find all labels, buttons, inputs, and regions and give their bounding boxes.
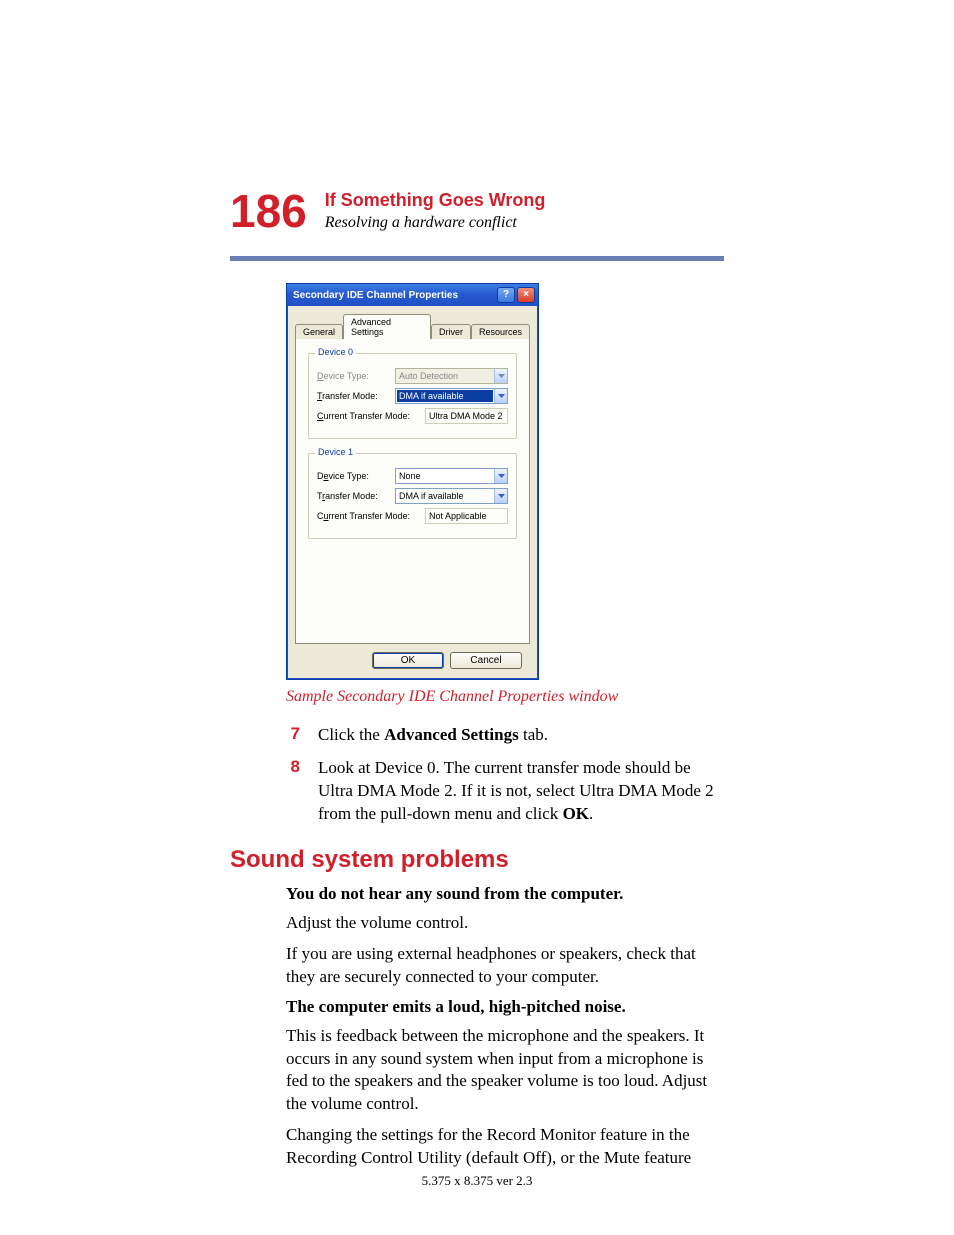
label-dev0-transfer-mode: Transfer Mode: <box>317 391 395 401</box>
chapter-title: If Something Goes Wrong <box>325 190 546 212</box>
page-header: 186 If Something Goes Wrong Resolving a … <box>230 190 724 234</box>
text-bold: OK <box>563 804 589 823</box>
heading-sound-system-problems: Sound system problems <box>230 846 724 874</box>
paragraph: If you are using external headphones or … <box>286 943 724 989</box>
value-dev1-current: Not Applicable <box>425 508 508 524</box>
label-dev0-device-type: Device Type: <box>317 371 395 381</box>
step-text: Click the Advanced Settings tab. <box>318 724 724 747</box>
fieldset-device-1: Device 1 Device Type: None <box>308 453 517 539</box>
close-button[interactable]: × <box>517 287 535 303</box>
label-dev1-transfer-mode: Transfer Mode: <box>317 491 395 501</box>
step-8: 8 Look at Device 0. The current transfer… <box>286 757 724 826</box>
chevron-down-icon <box>494 369 507 383</box>
help-button[interactable]: ? <box>497 287 515 303</box>
page-footer: 5.375 x 8.375 ver 2.3 <box>0 1173 954 1189</box>
paragraph: Changing the settings for the Record Mon… <box>286 1124 724 1170</box>
row-dev0-current: Current Transfer Mode: Ultra DMA Mode 2 <box>317 408 508 424</box>
combo-dev1-device-type[interactable]: None <box>395 468 508 484</box>
text-run: tab. <box>519 725 548 744</box>
tab-pane-advanced-settings: Device 0 Device Type: Auto Detection <box>295 338 530 644</box>
step-text: Look at Device 0. The current transfer m… <box>318 757 724 826</box>
combo-dev1-transfer-mode[interactable]: DMA if available <box>395 488 508 504</box>
text-bold: Advanced Settings <box>384 725 519 744</box>
ok-button[interactable]: OK <box>372 652 444 669</box>
dialog-button-row: OK Cancel <box>295 644 530 669</box>
label-dev1-current: Current Transfer Mode: <box>317 511 425 521</box>
step-7: 7 Click the Advanced Settings tab. <box>286 724 724 747</box>
legend-device-0: Device 0 <box>315 347 356 357</box>
tab-general[interactable]: General <box>295 324 343 339</box>
fieldset-device-0: Device 0 Device Type: Auto Detection <box>308 353 517 439</box>
page: 186 If Something Goes Wrong Resolving a … <box>0 0 954 1235</box>
chapter-subtitle: Resolving a hardware conflict <box>325 214 546 232</box>
row-dev0-transfer-mode: Transfer Mode: DMA if available <box>317 388 508 404</box>
combo-dev0-transfer-mode-value: DMA if available <box>397 390 493 402</box>
step-number: 7 <box>286 724 300 744</box>
text-run: Look at Device 0. The current transfer m… <box>318 758 714 823</box>
properties-dialog: Secondary IDE Channel Properties ? × Gen… <box>286 283 539 680</box>
tab-advanced-settings[interactable]: Advanced Settings <box>343 314 431 339</box>
row-dev1-device-type: Device Type: None <box>317 468 508 484</box>
combo-dev0-device-type-value: Auto Detection <box>396 369 494 383</box>
combo-dev0-transfer-mode[interactable]: DMA if available <box>395 388 508 404</box>
paragraph: Adjust the volume control. <box>286 912 724 935</box>
close-icon: × <box>523 290 529 300</box>
dialog-title: Secondary IDE Channel Properties <box>293 290 458 301</box>
page-number: 186 <box>230 188 307 234</box>
combo-dev1-device-type-value: None <box>396 469 494 483</box>
dialog-titlebar[interactable]: Secondary IDE Channel Properties ? × <box>287 284 538 306</box>
dialog-body: General Advanced Settings Driver Resourc… <box>287 306 538 679</box>
tab-resources[interactable]: Resources <box>471 324 530 339</box>
legend-device-1: Device 1 <box>315 447 356 457</box>
row-dev0-device-type: Device Type: Auto Detection <box>317 368 508 384</box>
heading-high-pitched-noise: The computer emits a loud, high-pitched … <box>286 997 724 1017</box>
header-text-block: If Something Goes Wrong Resolving a hard… <box>325 190 546 232</box>
row-dev1-transfer-mode: Transfer Mode: DMA if available <box>317 488 508 504</box>
cancel-button[interactable]: Cancel <box>450 652 522 669</box>
figure-caption: Sample Secondary IDE Channel Properties … <box>286 688 724 706</box>
heading-no-sound: You do not hear any sound from the compu… <box>286 884 724 904</box>
chevron-down-icon <box>494 469 507 483</box>
titlebar-buttons: ? × <box>497 287 535 303</box>
combo-dev1-transfer-mode-value: DMA if available <box>396 489 494 503</box>
step-number: 8 <box>286 757 300 777</box>
chevron-down-icon <box>494 489 507 503</box>
value-dev0-current: Ultra DMA Mode 2 <box>425 408 508 424</box>
ordered-steps: 7 Click the Advanced Settings tab. 8 Loo… <box>286 724 724 826</box>
header-rule <box>230 256 724 261</box>
question-icon: ? <box>503 290 509 300</box>
tab-strip: General Advanced Settings Driver Resourc… <box>295 314 530 339</box>
tab-driver[interactable]: Driver <box>431 324 471 339</box>
text-run: . <box>589 804 593 823</box>
screenshot-dialog: Secondary IDE Channel Properties ? × Gen… <box>286 283 539 680</box>
label-dev0-current: Current Transfer Mode: <box>317 411 425 421</box>
combo-dev0-device-type[interactable]: Auto Detection <box>395 368 508 384</box>
text-run: Click the <box>318 725 384 744</box>
paragraph: This is feedback between the microphone … <box>286 1025 724 1117</box>
chevron-down-icon <box>494 389 507 403</box>
row-dev1-current: Current Transfer Mode: Not Applicable <box>317 508 508 524</box>
label-dev1-device-type: Device Type: <box>317 471 395 481</box>
